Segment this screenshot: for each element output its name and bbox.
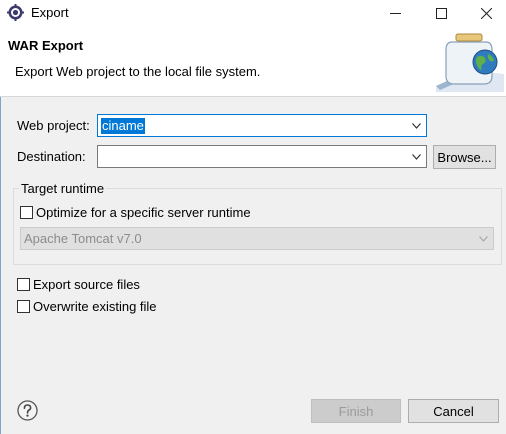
destination-label: Destination: [17,149,86,164]
browse-button[interactable]: Browse... [433,145,496,169]
finish-button[interactable]: Finish [311,399,401,423]
close-button[interactable] [463,0,506,26]
maximize-button[interactable] [418,0,464,26]
chevron-down-icon [479,236,488,242]
chevron-down-icon [412,154,421,160]
overwrite-label: Overwrite existing file [33,299,157,314]
minimize-icon [389,12,401,14]
export-source-label: Export source files [33,277,140,292]
target-runtime-title: Target runtime [19,181,107,196]
optimize-row[interactable]: Optimize for a specific server runtime [20,205,251,220]
jar-globe-icon [436,33,504,92]
window-title: Export [31,5,69,20]
export-source-checkbox[interactable] [17,278,30,291]
runtime-value: Apache Tomcat v7.0 [24,231,142,246]
web-project-label: Web project: [17,118,90,133]
web-project-value: ciname [101,118,145,134]
app-gear-icon [7,4,24,21]
export-source-row[interactable]: Export source files [17,277,140,292]
chevron-down-icon [412,123,421,129]
web-project-combo[interactable]: ciname [97,114,427,137]
optimize-label: Optimize for a specific server runtime [36,205,251,220]
cancel-button[interactable]: Cancel [408,399,499,423]
runtime-combo[interactable]: Apache Tomcat v7.0 [20,227,494,250]
minimize-button[interactable] [372,0,418,26]
wizard-description: Export Web project to the local file sys… [15,64,261,79]
overwrite-checkbox[interactable] [17,300,30,313]
title-bar: Export [0,0,506,26]
overwrite-row[interactable]: Overwrite existing file [17,299,157,314]
help-icon[interactable] [17,400,38,421]
wizard-title: WAR Export [8,38,84,53]
optimize-checkbox[interactable] [20,206,33,219]
destination-combo[interactable] [97,145,427,168]
maximize-icon [435,7,447,19]
close-icon [480,7,492,19]
wizard-banner: WAR Export Export Web project to the loc… [0,26,506,97]
